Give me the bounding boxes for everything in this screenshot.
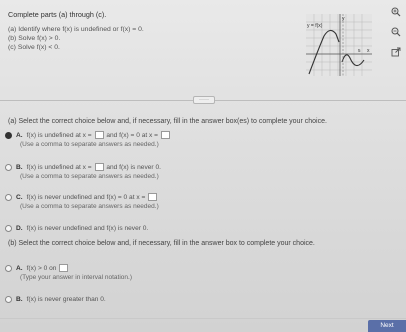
expand-more-button[interactable]: ·····: [193, 96, 215, 104]
option-letter: A.: [16, 132, 23, 139]
option-text-2: and f(x) = 0 at x =: [106, 132, 159, 139]
option-text: f(x) is undefined at x =: [26, 132, 92, 139]
radio-b-b[interactable]: [5, 296, 12, 303]
graph-svg: y x y = f(x) 5: [306, 14, 372, 76]
curve-right: [341, 54, 365, 67]
option-letter: A.: [16, 265, 23, 272]
page: Complete parts (a) through (c). (a) Iden…: [0, 0, 406, 332]
option-letter: B.: [16, 164, 23, 171]
footer-divider: [0, 318, 406, 319]
answer-box-zero[interactable]: [148, 193, 158, 202]
question-prompt: Complete parts (a) through (c). (a) Iden…: [8, 10, 308, 52]
answer-box-interval[interactable]: [59, 264, 69, 273]
answer-box-zero[interactable]: [160, 131, 170, 140]
answer-box-undefined[interactable]: [94, 163, 104, 172]
option-hint: (Use a comma to separate answers as need…: [20, 173, 159, 180]
option-text-2: and f(x) is never 0.: [106, 164, 161, 171]
option-hint: (Type your answer in interval notation.): [20, 274, 132, 281]
answer-box-undefined[interactable]: [94, 131, 104, 140]
option-text: f(x) is never undefined and f(x) = 0 at …: [26, 194, 146, 201]
option-a-d[interactable]: D. f(x) is never undefined and f(x) is ne…: [5, 224, 376, 233]
prompt-part-a: (a) Identify where f(x) is undefined or …: [8, 26, 144, 33]
option-a-c[interactable]: C. f(x) is never undefined and f(x) = 0 a…: [5, 193, 376, 211]
radio-a-a[interactable]: [5, 132, 12, 139]
option-b-a[interactable]: A. f(x) > 0 on (Type your answer in inter…: [5, 264, 376, 282]
question-b-instruction: (b) Select the correct choice below and,…: [8, 240, 315, 247]
option-text: f(x) > 0 on: [26, 265, 57, 272]
option-hint: (Use a comma to separate answers as need…: [20, 141, 159, 148]
prompt-part-b: (b) Solve f(x) > 0.: [8, 35, 61, 42]
prompt-part-c: (c) Solve f(x) < 0.: [8, 44, 60, 51]
curve-left: [308, 29, 340, 75]
zoom-out-icon[interactable]: [390, 26, 402, 38]
option-hint: (Use a comma to separate answers as need…: [20, 203, 159, 210]
question-a-instruction: (a) Select the correct choice below and,…: [8, 118, 327, 125]
option-letter: D.: [16, 225, 23, 232]
option-a-b[interactable]: B. f(x) is undefined at x = and f(x) is n…: [5, 163, 376, 181]
option-letter: C.: [16, 194, 23, 201]
zoom-in-icon[interactable]: [390, 6, 402, 18]
radio-a-b[interactable]: [5, 164, 12, 171]
option-text: f(x) is undefined at x =: [26, 164, 92, 171]
graph-y-label: y: [342, 16, 345, 22]
graph-x-label: x: [367, 48, 370, 54]
graph-tick-label: 5: [358, 48, 361, 53]
option-a-a[interactable]: A. f(x) is undefined at x = and f(x) = 0 …: [5, 131, 376, 149]
next-button[interactable]: Next: [368, 320, 406, 332]
option-b-b[interactable]: B. f(x) is never greater than 0.: [5, 295, 376, 304]
option-text: f(x) is never undefined and f(x) is neve…: [26, 225, 149, 232]
option-letter: B.: [16, 296, 23, 303]
function-graph[interactable]: y x y = f(x) 5: [306, 14, 372, 76]
prompt-intro: Complete parts (a) through (c).: [8, 10, 107, 19]
radio-b-a[interactable]: [5, 265, 12, 272]
radio-a-d[interactable]: [5, 225, 12, 232]
graph-function-label: y = f(x): [307, 23, 323, 29]
radio-a-c[interactable]: [5, 194, 12, 201]
option-text: f(x) is never greater than 0.: [26, 296, 106, 303]
popout-icon[interactable]: [390, 46, 402, 58]
